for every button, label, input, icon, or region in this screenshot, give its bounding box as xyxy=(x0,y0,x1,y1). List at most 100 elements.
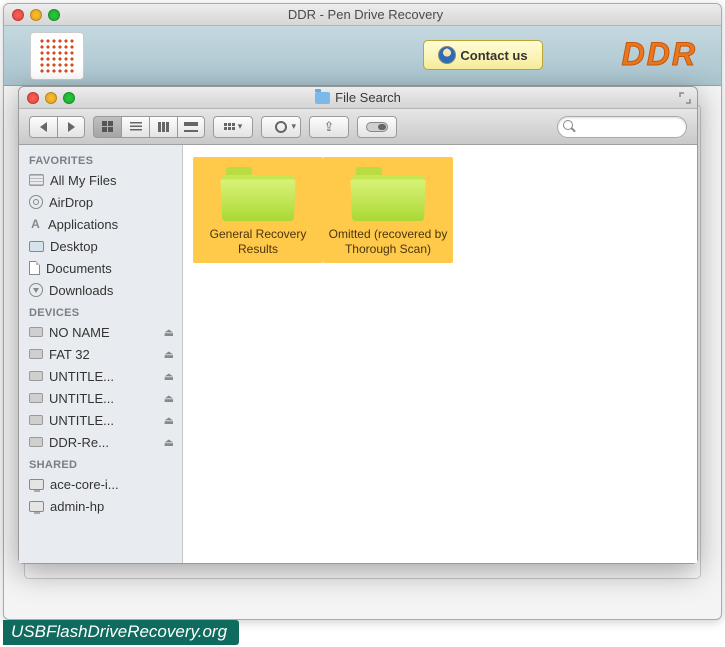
folder-icon xyxy=(315,92,330,104)
chevron-left-icon xyxy=(40,122,47,132)
sidebar-item-label: All My Files xyxy=(50,173,116,188)
favorites-header: FAVORITES xyxy=(19,149,182,169)
desktop-icon xyxy=(29,241,44,252)
sidebar-item-device[interactable]: UNTITLE... ⏏ xyxy=(19,409,182,431)
icon-view-button[interactable] xyxy=(93,116,121,138)
folder-icon xyxy=(352,165,424,221)
ddr-window-title: DDR - Pen Drive Recovery xyxy=(10,7,721,22)
arrange-button[interactable] xyxy=(213,116,253,138)
drive-icon xyxy=(29,393,43,403)
arrange-icon xyxy=(224,123,235,130)
folder-label: Omitted (recovered by Thorough Scan) xyxy=(327,227,449,257)
view-mode-group xyxy=(93,116,205,138)
eject-icon[interactable]: ⏏ xyxy=(164,436,174,449)
sidebar-item-label: NO NAME xyxy=(49,325,110,340)
toggle-button[interactable] xyxy=(357,116,397,138)
sidebar-item-shared[interactable]: ace-core-i... xyxy=(19,473,182,495)
sidebar-item-label: FAT 32 xyxy=(49,347,90,362)
sidebar-item-label: UNTITLE... xyxy=(49,391,114,406)
gear-icon xyxy=(275,121,287,133)
content-area[interactable]: General Recovery Results Omitted (recove… xyxy=(183,145,697,563)
drive-icon xyxy=(29,327,43,337)
search-icon xyxy=(563,120,575,132)
ddr-header: Contact us DDR xyxy=(4,26,721,86)
sidebar-item-label: ace-core-i... xyxy=(50,477,119,492)
sidebar-item-device[interactable]: FAT 32 ⏏ xyxy=(19,343,182,365)
computer-icon xyxy=(29,479,44,490)
finder-titlebar: File Search xyxy=(19,87,697,109)
sidebar-item-shared[interactable]: admin-hp xyxy=(19,495,182,517)
maximize-icon[interactable] xyxy=(63,92,75,104)
sidebar-item-desktop[interactable]: Desktop xyxy=(19,235,182,257)
sidebar-item-label: AirDrop xyxy=(49,195,93,210)
back-button[interactable] xyxy=(29,116,57,138)
finder-body: FAVORITES All My Files AirDrop Applicati… xyxy=(19,145,697,563)
coverflow-icon xyxy=(184,122,198,132)
folder-icon xyxy=(222,165,294,221)
forward-button[interactable] xyxy=(57,116,85,138)
eject-icon[interactable]: ⏏ xyxy=(164,414,174,427)
columns-icon xyxy=(158,122,170,132)
devices-header: DEVICES xyxy=(19,301,182,321)
drive-icon xyxy=(29,437,43,447)
fullscreen-icon[interactable] xyxy=(679,91,691,103)
search-input[interactable] xyxy=(557,116,687,138)
finder-toolbar: ⇪ xyxy=(19,109,697,145)
share-icon: ⇪ xyxy=(324,119,335,135)
sidebar-item-label: Documents xyxy=(46,261,112,276)
grid-icon xyxy=(102,121,113,132)
action-button[interactable] xyxy=(261,116,301,138)
contact-label: Contact us xyxy=(460,48,527,63)
finder-window-title: File Search xyxy=(19,90,697,105)
sidebar-item-device[interactable]: DDR-Re... ⏏ xyxy=(19,431,182,453)
folder-general-recovery[interactable]: General Recovery Results xyxy=(193,157,323,263)
folder-omitted-recovered[interactable]: Omitted (recovered by Thorough Scan) xyxy=(323,157,453,263)
nav-group xyxy=(29,116,85,138)
eject-icon[interactable]: ⏏ xyxy=(164,370,174,383)
eject-icon[interactable]: ⏏ xyxy=(164,348,174,361)
sidebar-item-label: UNTITLE... xyxy=(49,413,114,428)
sidebar-item-applications[interactable]: Applications xyxy=(19,213,182,235)
sidebar-item-documents[interactable]: Documents xyxy=(19,257,182,279)
eject-icon[interactable]: ⏏ xyxy=(164,392,174,405)
contact-us-button[interactable]: Contact us xyxy=(423,40,543,70)
chevron-right-icon xyxy=(68,122,75,132)
sidebar-item-device[interactable]: NO NAME ⏏ xyxy=(19,321,182,343)
close-icon[interactable] xyxy=(27,92,39,104)
downloads-icon xyxy=(29,283,43,297)
sidebar-item-label: UNTITLE... xyxy=(49,369,114,384)
sidebar-item-device[interactable]: UNTITLE... ⏏ xyxy=(19,387,182,409)
minimize-icon[interactable] xyxy=(45,92,57,104)
shared-header: SHARED xyxy=(19,453,182,473)
sidebar-item-label: Downloads xyxy=(49,283,113,298)
finder-title-text: File Search xyxy=(335,90,401,105)
sidebar-item-label: Applications xyxy=(48,217,118,232)
search-wrap xyxy=(405,116,687,138)
ddr-titlebar: DDR - Pen Drive Recovery xyxy=(4,4,721,26)
sidebar: FAVORITES All My Files AirDrop Applicati… xyxy=(19,145,183,563)
folder-label: General Recovery Results xyxy=(197,227,319,257)
person-icon xyxy=(438,46,456,64)
share-button[interactable]: ⇪ xyxy=(309,116,349,138)
sidebar-item-device[interactable]: UNTITLE... ⏏ xyxy=(19,365,182,387)
drive-icon xyxy=(29,415,43,425)
document-icon xyxy=(29,261,40,275)
sidebar-item-downloads[interactable]: Downloads xyxy=(19,279,182,301)
column-view-button[interactable] xyxy=(149,116,177,138)
list-view-button[interactable] xyxy=(121,116,149,138)
all-files-icon xyxy=(29,174,44,186)
sidebar-item-airdrop[interactable]: AirDrop xyxy=(19,191,182,213)
footer-url: USBFlashDriveRecovery.org xyxy=(3,620,239,645)
sidebar-item-label: DDR-Re... xyxy=(49,435,109,450)
window-controls xyxy=(19,92,75,104)
coverflow-view-button[interactable] xyxy=(177,116,205,138)
eject-icon[interactable]: ⏏ xyxy=(164,326,174,339)
computer-icon xyxy=(29,501,44,512)
drive-icon xyxy=(29,349,43,359)
applications-icon xyxy=(29,218,42,231)
toggle-icon xyxy=(366,122,388,132)
sidebar-item-label: admin-hp xyxy=(50,499,104,514)
drive-icon xyxy=(29,371,43,381)
airdrop-icon xyxy=(29,195,43,209)
sidebar-item-all-my-files[interactable]: All My Files xyxy=(19,169,182,191)
